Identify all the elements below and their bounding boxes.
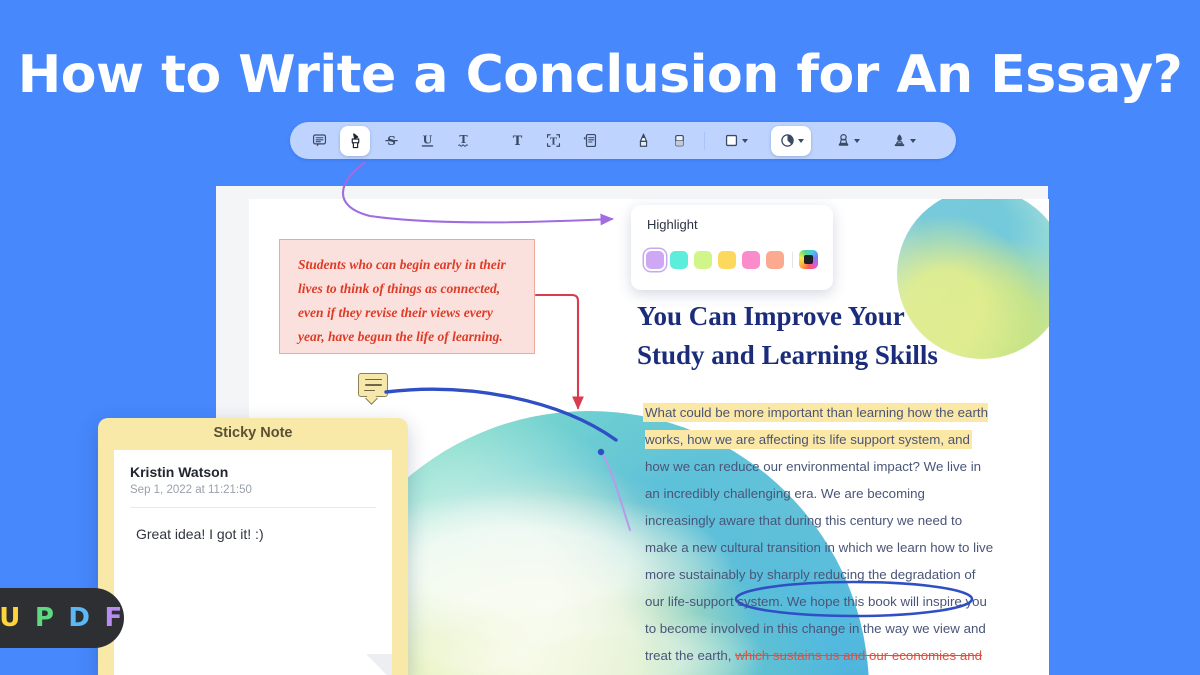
- logo-letter-p: P: [21, 603, 55, 633]
- strikethrough-text: which sustains us and our economies and: [735, 648, 982, 663]
- highlight-swatch-salmon[interactable]: [766, 251, 784, 269]
- chevron-down-icon[interactable]: [798, 139, 804, 143]
- highlight-swatch-turquoise[interactable]: [670, 251, 688, 269]
- text-box-icon: T: [545, 132, 562, 149]
- logo-letter-d: D: [54, 603, 90, 633]
- tool-squiggly[interactable]: T: [448, 126, 478, 156]
- svg-text:T: T: [512, 134, 522, 149]
- chevron-down-icon[interactable]: [910, 139, 916, 143]
- highlighter-icon: [347, 132, 364, 149]
- highlight-swatch-row[interactable]: [646, 250, 818, 269]
- updf-logo: UPDF: [0, 588, 124, 648]
- highlight-swatch-lime[interactable]: [694, 251, 712, 269]
- highlight-swatch-lavender[interactable]: [646, 251, 664, 269]
- comment-pin-icon[interactable]: [358, 373, 388, 397]
- strikethrough-icon: S: [383, 132, 400, 149]
- tool-highlight[interactable]: [340, 126, 370, 156]
- highlighted-text: What could be more important than learni…: [645, 405, 988, 447]
- toolbar-divider: [704, 132, 705, 150]
- sticky-note-body[interactable]: Kristin Watson Sep 1, 2022 at 11:21:50 G…: [114, 450, 392, 675]
- stamp-icon: [835, 132, 852, 149]
- document-heading-line-2: Study and Learning Skills: [637, 336, 997, 375]
- svg-text:T: T: [550, 136, 557, 147]
- highlight-color-popup[interactable]: Highlight: [631, 205, 833, 290]
- sticky-note-popup[interactable]: Sticky Note Kristin Watson Sep 1, 2022 a…: [98, 418, 408, 675]
- page-fold-corner: [366, 654, 392, 675]
- divider: [792, 252, 793, 268]
- tool-text[interactable]: T: [502, 126, 532, 156]
- sticky-note-timestamp: Sep 1, 2022 at 11:21:50: [130, 484, 376, 496]
- highlight-swatch-pink[interactable]: [742, 251, 760, 269]
- logo-letter-u: U: [0, 603, 21, 633]
- document-heading: You Can Improve Your Study and Learning …: [637, 297, 997, 375]
- signature-icon: [891, 132, 908, 149]
- tool-comment[interactable]: [304, 126, 334, 156]
- comment-line: [365, 384, 382, 386]
- tool-signature[interactable]: [883, 126, 923, 156]
- tool-shapes[interactable]: [715, 126, 755, 156]
- color-picker-icon[interactable]: [799, 250, 818, 269]
- chevron-down-icon[interactable]: [854, 139, 860, 143]
- tool-measure[interactable]: [771, 126, 811, 156]
- pie-shape-icon: [779, 132, 796, 149]
- comment-line: [365, 379, 382, 381]
- tool-stamp[interactable]: [827, 126, 867, 156]
- comment-icon: [311, 132, 328, 149]
- tool-textbox[interactable]: T: [538, 126, 568, 156]
- tool-note[interactable]: [574, 126, 604, 156]
- text-box-line-2: lives to think of things as connected,: [298, 277, 518, 301]
- chevron-down-icon[interactable]: [742, 139, 748, 143]
- squiggly-underline-icon: T: [455, 132, 472, 149]
- square-shape-icon: [723, 132, 740, 149]
- text-box-line-3: even if they revise their views every: [298, 301, 518, 325]
- text-box-line-1: Students who can begin early in their: [298, 253, 518, 277]
- highlight-swatch-yellow[interactable]: [718, 251, 736, 269]
- text-box-annotation[interactable]: Students who can begin early in their li…: [279, 239, 535, 354]
- document-paragraph[interactable]: What could be more important than learni…: [645, 399, 997, 669]
- annotation-toolbar[interactable]: SUTTT: [290, 122, 956, 159]
- divider: [130, 507, 376, 508]
- paragraph-text-1: how we can reduce our environmental impa…: [645, 459, 993, 609]
- tool-pencil[interactable]: [628, 126, 658, 156]
- eraser-icon: [671, 132, 688, 149]
- sticky-note-icon: [581, 132, 598, 149]
- pencil-icon: [635, 132, 652, 149]
- svg-text:T: T: [459, 133, 468, 146]
- underline-icon: U: [419, 132, 436, 149]
- sticky-note-title: Sticky Note: [98, 418, 408, 448]
- document-heading-line-1: You Can Improve Your: [637, 297, 997, 336]
- highlight-popup-title: Highlight: [647, 217, 698, 232]
- tool-underline[interactable]: U: [412, 126, 442, 156]
- text-box-line-4: year, have begun the life of learning.: [298, 325, 518, 349]
- tool-strikethrough[interactable]: S: [376, 126, 406, 156]
- tool-eraser[interactable]: [664, 126, 694, 156]
- comment-line: [364, 390, 375, 392]
- screenshot-stage: How to Write a Conclusion for An Essay? …: [0, 0, 1200, 675]
- text-icon: T: [509, 132, 526, 149]
- sticky-note-text: Great idea! I got it! :): [130, 526, 376, 542]
- sticky-note-author: Kristin Watson: [130, 464, 376, 480]
- svg-text:U: U: [422, 133, 432, 146]
- page-title: How to Write a Conclusion for An Essay?: [0, 48, 1200, 103]
- logo-letter-f: F: [91, 603, 123, 633]
